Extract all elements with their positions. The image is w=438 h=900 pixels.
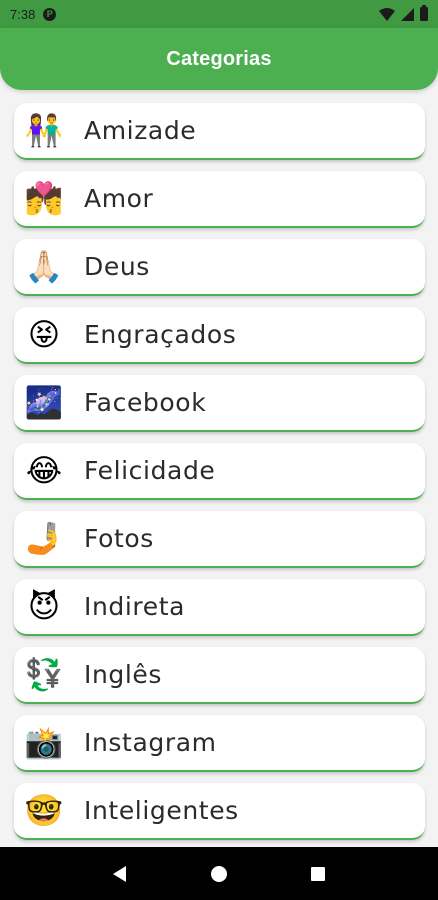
category-label: Instagram xyxy=(84,728,217,757)
category-label: Indireta xyxy=(84,592,186,621)
home-icon xyxy=(210,865,227,882)
category-label: Engraçados xyxy=(84,320,237,349)
app-notification-icon: P xyxy=(43,7,57,21)
back-icon xyxy=(113,865,127,882)
category-emoji-icon: 😂 xyxy=(25,452,63,489)
category-label: Amizade xyxy=(84,116,197,145)
category-label: Facebook xyxy=(84,388,207,417)
status-bar: 7:38 P xyxy=(0,0,438,28)
category-label: Deus xyxy=(84,252,150,281)
category-item[interactable]: 🌌 Facebook xyxy=(14,375,425,432)
category-emoji-icon: 💱 xyxy=(24,656,64,693)
category-emoji-icon: 🌌 xyxy=(24,384,64,421)
status-icons xyxy=(379,5,428,21)
category-emoji-icon: 🤳 xyxy=(24,520,64,557)
recents-button[interactable] xyxy=(298,854,338,894)
category-label: Fotos xyxy=(84,524,154,553)
category-emoji-icon: 🤓 xyxy=(24,792,64,829)
category-item[interactable]: 💱 Inglês xyxy=(14,647,425,704)
home-button[interactable] xyxy=(199,854,239,894)
back-button[interactable] xyxy=(100,854,140,894)
category-item[interactable]: 👫 Amizade xyxy=(14,103,425,160)
category-label: Amor xyxy=(84,184,154,213)
category-item[interactable]: 😂 Felicidade xyxy=(14,443,425,500)
signal-icon xyxy=(401,7,414,21)
category-emoji-icon: 📸 xyxy=(24,724,64,761)
category-item[interactable]: 🙏🏻 Deus xyxy=(14,239,425,296)
navigation-bar xyxy=(0,847,438,900)
category-item[interactable]: 🤳 Fotos xyxy=(14,511,425,568)
category-label: Inglês xyxy=(84,660,163,689)
category-emoji-icon: 🙏🏻 xyxy=(24,248,64,285)
page-title: Categorias xyxy=(166,47,272,70)
category-item[interactable]: 😝 Engraçados xyxy=(14,307,425,364)
category-list: 👫 Amizade 💏 Amor 🙏🏻 Deus 😝 Engraçados 🌌 Facebook 😂… xyxy=(14,103,425,840)
category-emoji-icon: 😝 xyxy=(27,316,61,353)
category-item[interactable]: 😈 Indireta xyxy=(14,579,425,636)
category-label: Felicidade xyxy=(84,456,216,485)
category-emoji-icon: 👫 xyxy=(24,112,64,149)
category-item[interactable]: 💏 Amor xyxy=(14,171,425,228)
category-item[interactable]: 📸 Instagram xyxy=(14,715,425,772)
recents-icon xyxy=(311,866,326,881)
category-label: Inteligentes xyxy=(84,796,239,825)
battery-icon xyxy=(420,5,428,21)
app-bar: Categorias xyxy=(0,28,438,90)
category-item[interactable]: 🤓 Inteligentes xyxy=(14,783,425,840)
status-time: 7:38 xyxy=(10,6,36,22)
wifi-icon xyxy=(379,7,395,21)
category-emoji-icon: 😈 xyxy=(27,588,61,625)
category-emoji-icon: 💏 xyxy=(24,180,64,217)
